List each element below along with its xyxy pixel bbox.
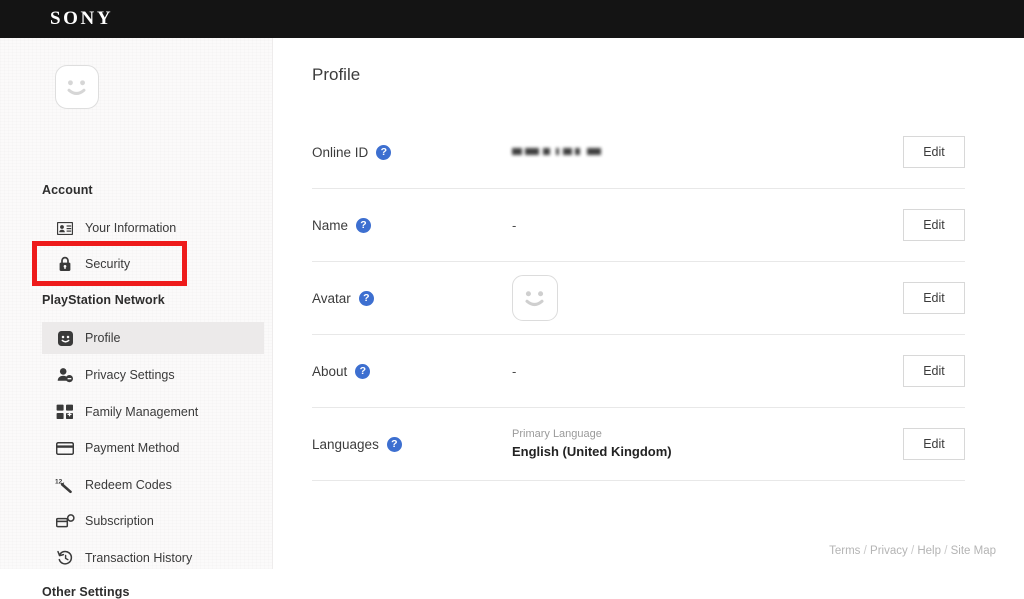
sidebar-item-transaction-history[interactable]: Transaction History	[42, 542, 264, 574]
sidebar-item-label: Transaction History	[85, 551, 192, 565]
footer-separator: /	[944, 545, 947, 557]
sidebar-item-label: Your Information	[85, 221, 176, 235]
table-row: Avatar ? Edit	[312, 262, 965, 335]
sidebar-heading-other-settings: Other Settings	[42, 585, 130, 599]
smiley-avatar-icon	[513, 276, 556, 319]
profile-fields-list: Online ID ? Edit Name ? - Edit	[312, 116, 965, 481]
row-label-text: Languages	[312, 437, 379, 452]
row-label-text: About	[312, 364, 347, 379]
row-label-languages: Languages ?	[312, 437, 512, 452]
sidebar-avatar[interactable]	[55, 65, 99, 109]
id-card-icon	[54, 219, 76, 237]
row-value-about: -	[512, 364, 965, 379]
row-label-about: About ?	[312, 364, 512, 379]
sidebar-item-privacy-settings[interactable]: Privacy Settings	[42, 359, 264, 391]
footer-link-terms[interactable]: Terms	[829, 545, 860, 557]
sidebar-item-your-information[interactable]: Your Information	[42, 212, 264, 244]
sidebar-item-label: Payment Method	[85, 441, 180, 455]
row-label-avatar: Avatar ?	[312, 291, 512, 306]
sidebar-item-redeem-codes[interactable]: 12 Redeem Codes	[42, 469, 264, 501]
sidebar-item-payment-method[interactable]: Payment Method	[42, 432, 264, 464]
footer-links: Terms / Privacy / Help / Site Map	[829, 545, 996, 557]
row-label-online-id: Online ID ?	[312, 145, 512, 160]
smiley-avatar-icon	[54, 329, 76, 347]
edit-button-languages[interactable]: Edit	[903, 428, 965, 460]
sony-logo[interactable]: SONY	[50, 8, 113, 30]
table-row: Online ID ? Edit	[312, 116, 965, 189]
top-header-bar: SONY	[0, 0, 1024, 38]
row-value-languages: Primary Language English (United Kingdom…	[512, 427, 965, 462]
edit-button-name[interactable]: Edit	[903, 209, 965, 241]
row-label-text: Avatar	[312, 291, 351, 306]
help-icon[interactable]: ?	[355, 364, 370, 379]
sidebar-item-label: Privacy Settings	[85, 368, 175, 382]
sidebar-heading-playstation-network: PlayStation Network	[42, 293, 165, 307]
help-icon[interactable]: ?	[356, 218, 371, 233]
row-value-text: -	[512, 364, 516, 379]
sidebar-heading-account: Account	[42, 183, 93, 197]
sidebar-item-profile[interactable]: Profile	[42, 322, 264, 354]
help-icon[interactable]: ?	[387, 437, 402, 452]
row-value-online-id	[512, 146, 965, 159]
smiley-avatar-icon	[56, 66, 97, 107]
credit-card-icon	[54, 439, 76, 457]
row-label-name: Name ?	[312, 218, 512, 233]
row-label-text: Name	[312, 218, 348, 233]
sidebar-item-label: Subscription	[85, 514, 154, 528]
footer-separator: /	[911, 545, 914, 557]
page-title: Profile	[312, 65, 360, 85]
table-row: Name ? - Edit	[312, 189, 965, 262]
primary-language-label: Primary Language	[512, 427, 672, 443]
edit-button-about[interactable]: Edit	[903, 355, 965, 387]
subscription-icon	[54, 512, 76, 530]
help-icon[interactable]: ?	[359, 291, 374, 306]
redeem-code-icon: 12	[54, 476, 76, 494]
footer-link-site-map[interactable]: Site Map	[951, 545, 996, 557]
main-content: Profile Online ID ? Edit Name ? -	[273, 38, 1024, 569]
row-value-text: -	[512, 218, 516, 233]
edit-button-avatar[interactable]: Edit	[903, 282, 965, 314]
family-group-icon	[54, 403, 76, 421]
footer-link-help[interactable]: Help	[917, 545, 941, 557]
row-value-name: -	[512, 218, 965, 233]
footer-separator: /	[864, 545, 867, 557]
row-value-avatar	[512, 275, 965, 321]
sidebar-item-security[interactable]: Security	[42, 248, 264, 280]
sidebar-item-label: Redeem Codes	[85, 478, 172, 492]
edit-button-online-id[interactable]: Edit	[903, 136, 965, 168]
sidebar-item-family-management[interactable]: Family Management	[42, 396, 264, 428]
history-clock-icon	[54, 549, 76, 567]
sidebar-item-label: Security	[85, 257, 130, 271]
person-minus-icon	[54, 366, 76, 384]
table-row: About ? - Edit	[312, 335, 965, 408]
primary-language-value: English (United Kingdom)	[512, 443, 672, 462]
language-block: Primary Language English (United Kingdom…	[512, 427, 672, 462]
sidebar-item-label: Profile	[85, 331, 120, 345]
lock-icon	[54, 255, 76, 273]
avatar	[512, 275, 558, 321]
help-icon[interactable]: ?	[376, 145, 391, 160]
redacted-online-id-value	[512, 146, 604, 159]
table-row: Languages ? Primary Language English (Un…	[312, 408, 965, 481]
footer-link-privacy[interactable]: Privacy	[870, 545, 908, 557]
sidebar-item-label: Family Management	[85, 405, 198, 419]
sidebar: Account PlayStation Network Other Settin…	[0, 38, 273, 569]
row-label-text: Online ID	[312, 145, 368, 160]
sidebar-item-subscription[interactable]: Subscription	[42, 505, 264, 537]
